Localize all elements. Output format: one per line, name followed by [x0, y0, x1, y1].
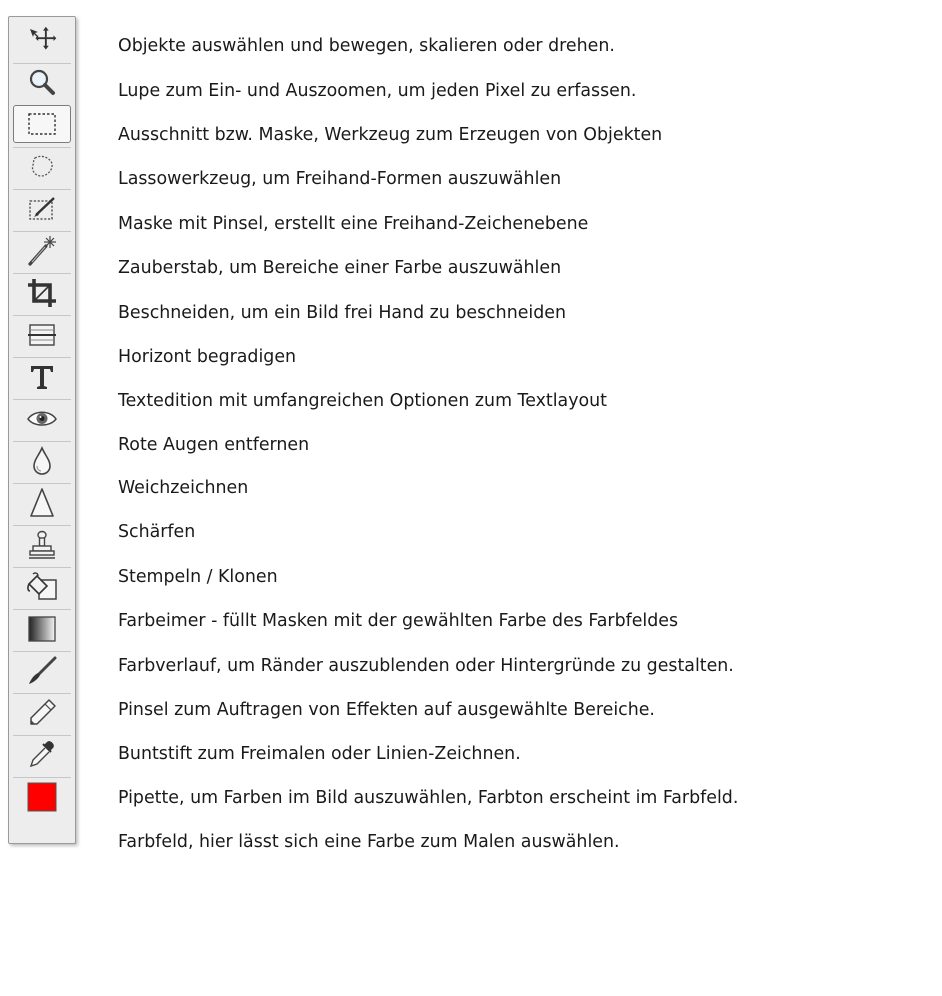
- lasso-icon: [31, 155, 53, 177]
- gradient-icon: [28, 616, 56, 642]
- tool-description: Stempeln / Klonen: [118, 567, 278, 587]
- tool-crop[interactable]: [13, 273, 71, 312]
- tool-description: Zauberstab, um Bereiche einer Farbe ausz…: [118, 258, 562, 278]
- tool-lasso[interactable]: [13, 147, 71, 186]
- tool-paint-bucket[interactable]: [13, 567, 71, 606]
- tool-red-eye[interactable]: [13, 399, 71, 438]
- red-eye-icon: [27, 411, 57, 426]
- tool-text[interactable]: [13, 357, 71, 396]
- clone-stamp-icon: [29, 530, 55, 559]
- tool-pencil[interactable]: [13, 693, 71, 732]
- eyedropper-icon: [29, 741, 54, 768]
- tool-description: Lupe zum Ein- und Auszoomen, um jeden Pi…: [118, 81, 637, 101]
- tool-magic-wand[interactable]: [13, 231, 71, 270]
- tool-move-select[interactable]: [13, 21, 71, 59]
- tool-description: Buntstift zum Freimalen oder Linien-Zeic…: [118, 744, 521, 764]
- paint-bucket-icon: [27, 572, 57, 600]
- tool-marquee[interactable]: [13, 105, 71, 143]
- tool-description: Pinsel zum Auftragen von Effekten auf au…: [118, 700, 655, 720]
- text-icon: [31, 366, 53, 389]
- tool-description: Beschneiden, um ein Bild frei Hand zu be…: [118, 303, 567, 323]
- crop-icon: [28, 279, 56, 307]
- tool-description: Objekte auswählen und bewegen, skalieren…: [118, 36, 615, 56]
- tool-description: Pipette, um Farben im Bild auszuwählen, …: [118, 788, 739, 808]
- tool-description: Maske mit Pinsel, erstellt eine Freihand…: [118, 214, 589, 234]
- marquee-selection-icon: [28, 113, 56, 135]
- tool-palette: [8, 16, 76, 844]
- blur-drop-icon: [33, 445, 51, 475]
- tool-straighten[interactable]: [13, 315, 71, 354]
- tool-description: Farbverlauf, um Ränder auszublenden oder…: [118, 656, 734, 676]
- tool-description: Weichzeichnen: [118, 478, 249, 498]
- tool-paintbrush[interactable]: [13, 651, 71, 690]
- magic-wand-icon: [28, 236, 56, 266]
- magnifier-icon: [29, 69, 55, 95]
- straighten-icon: [28, 324, 56, 346]
- color-swatch-fill: [27, 782, 57, 812]
- move-select-icon: [30, 26, 57, 50]
- tool-clone-stamp[interactable]: [13, 525, 71, 564]
- tool-description: Textedition mit umfangreichen Optionen z…: [118, 391, 607, 411]
- tool-blur[interactable]: [13, 441, 71, 480]
- tool-color-swatch[interactable]: [13, 777, 71, 816]
- tool-sharpen[interactable]: [13, 483, 71, 522]
- pencil-icon: [30, 699, 56, 725]
- brush-mask-icon: [29, 197, 55, 220]
- tool-eyedropper[interactable]: [13, 735, 71, 774]
- tool-gradient[interactable]: [13, 609, 71, 648]
- tool-description: Farbfeld, hier lässt sich eine Farbe zum…: [118, 832, 620, 852]
- tool-description: Farbeimer - füllt Masken mit der gewählt…: [118, 611, 679, 631]
- paintbrush-icon: [29, 656, 57, 684]
- sharpen-icon: [30, 488, 54, 517]
- tool-description: Rote Augen entfernen: [118, 435, 310, 455]
- tool-zoom[interactable]: [13, 63, 71, 102]
- color-swatch-icon: [27, 782, 57, 812]
- tool-brush-mask[interactable]: [13, 189, 71, 228]
- tool-description: Ausschnitt bzw. Maske, Werkzeug zum Erze…: [118, 125, 663, 145]
- tool-description: Schärfen: [118, 522, 196, 542]
- tool-description: Lassowerkzeug, um Freihand-Formen auszuw…: [118, 169, 562, 189]
- tool-description: Horizont begradigen: [118, 347, 297, 367]
